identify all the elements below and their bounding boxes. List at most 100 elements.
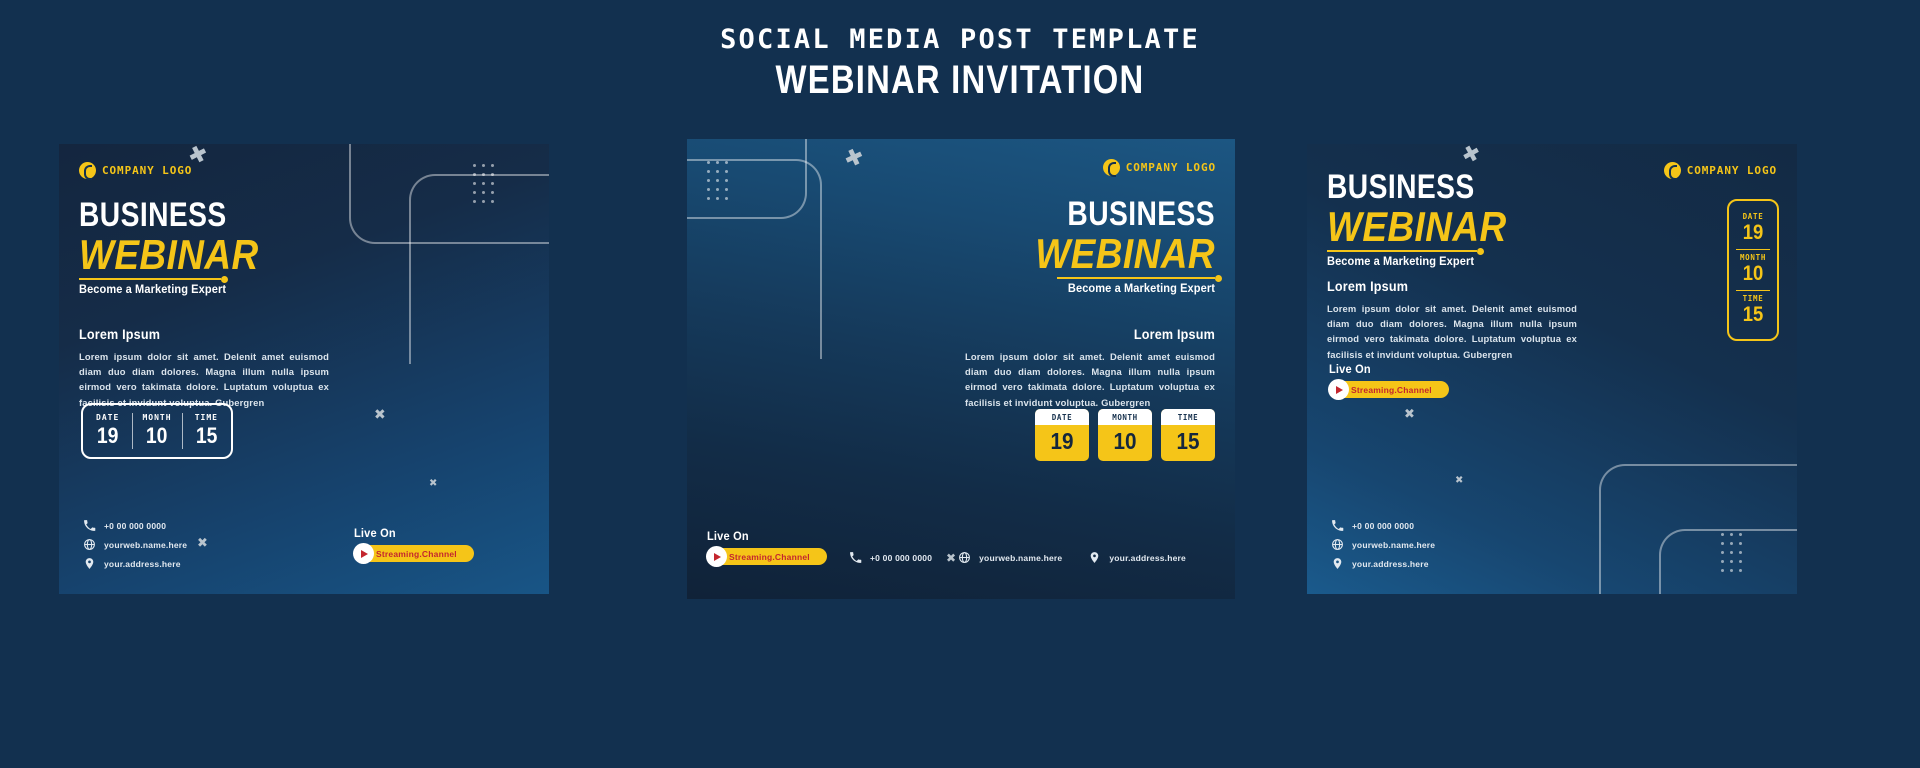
contact-phone: +0 00 000 0000 xyxy=(104,520,167,531)
schedule-segment: MONTH 10 xyxy=(1729,249,1777,290)
streaming-channel-button[interactable]: Streaming.Channel xyxy=(706,546,827,567)
schedule-value: 15 xyxy=(1176,428,1200,454)
company-logo-label: COMPANY LOGO xyxy=(1686,164,1777,177)
post-card-center[interactable]: ✖ ✖ ✖ ✖ COMPANY LOGO BUSINESS WEBINAR Be… xyxy=(687,139,1235,599)
copy-block: Lorem Ipsum Lorem ipsum dolor sit amet. … xyxy=(1327,278,1577,362)
streaming-channel-label: Streaming.Channel xyxy=(1351,384,1432,395)
company-logo[interactable]: COMPANY LOGO xyxy=(1663,162,1777,180)
contact-list: +0 00 000 0000 yourweb.name.here your.ad… xyxy=(1331,519,1435,576)
headline-rule xyxy=(1057,274,1222,282)
headline-tagline: Become a Marketing Expert xyxy=(1067,280,1215,295)
contact-address: your.address.here xyxy=(104,558,181,569)
phone-icon xyxy=(849,551,862,564)
headline-tagline: Become a Marketing Expert xyxy=(79,281,227,296)
page-title-secondary: WEBINAR INVITATION xyxy=(775,58,1145,103)
circle-logo-icon xyxy=(79,162,96,180)
contact-phone: +0 00 000 0000 xyxy=(1352,520,1415,531)
headline-block: BUSINESS WEBINAR Become a Marketing Expe… xyxy=(1327,168,1547,268)
live-on-label: Live On xyxy=(707,529,749,543)
schedule-value: 10 xyxy=(1742,262,1764,286)
company-logo[interactable]: COMPANY LOGO xyxy=(79,162,193,180)
phone-icon xyxy=(1331,519,1344,532)
schedule-label: TIME xyxy=(1742,294,1764,304)
contact-row[interactable]: your.address.here xyxy=(83,557,187,570)
copy-title: Lorem Ipsum xyxy=(1327,278,1409,294)
company-logo[interactable]: COMPANY LOGO xyxy=(1102,159,1216,177)
copy-block: Lorem Ipsum Lorem ipsum dolor sit amet. … xyxy=(79,326,329,410)
contact-address: your.address.here xyxy=(1352,558,1429,569)
schedule-segment: DATE 19 xyxy=(1729,208,1777,249)
schedule-calbox: TIME 15 xyxy=(1161,409,1215,462)
schedule-calendar: DATE 19 MONTH 10 TIME 15 xyxy=(1035,409,1215,462)
company-logo-label: COMPANY LOGO xyxy=(102,164,193,177)
headline-rule xyxy=(79,275,228,283)
contact-row[interactable]: your.address.here xyxy=(1331,557,1435,570)
headline-rule xyxy=(1327,247,1484,255)
sparkle-icon: ✖ xyxy=(197,536,208,551)
contact-list: +0 00 000 0000 yourweb.name.here your.ad… xyxy=(83,519,187,576)
headline-line-2: WEBINAR xyxy=(1035,229,1215,277)
schedule-segment: TIME 15 xyxy=(1729,290,1777,331)
contact-row[interactable]: +0 00 000 0000 xyxy=(1331,519,1435,532)
streaming-channel-label: Streaming.Channel xyxy=(376,548,457,559)
rounded-line-decor xyxy=(1659,529,1797,594)
globe-icon xyxy=(958,551,971,564)
schedule-cell: MONTH 10 xyxy=(132,405,181,457)
play-icon xyxy=(353,543,374,564)
copy-block: Lorem Ipsum Lorem ipsum dolor sit amet. … xyxy=(965,326,1215,410)
streaming-channel-label: Streaming.Channel xyxy=(729,551,810,562)
schedule-label: MONTH xyxy=(1739,253,1767,263)
contact-row[interactable]: yourweb.name.here xyxy=(1331,538,1435,551)
schedule-cell: DATE 19 xyxy=(83,405,132,457)
copy-body: Lorem ipsum dolor sit amet. Delenit amet… xyxy=(79,351,329,408)
circle-logo-icon xyxy=(1102,159,1120,177)
rounded-line-decor xyxy=(409,174,549,364)
circle-logo-icon xyxy=(1663,162,1681,180)
streaming-channel-button[interactable]: Streaming.Channel xyxy=(353,543,474,564)
sparkle-icon: ✖ xyxy=(1404,407,1415,422)
contact-row[interactable]: +0 00 000 0000 xyxy=(849,551,932,564)
sparkle-icon: ✖ xyxy=(374,407,386,423)
schedule-value: 15 xyxy=(195,423,218,448)
contact-web: yourweb.name.here xyxy=(104,539,188,550)
schedule-value: 10 xyxy=(1113,428,1137,454)
schedule-value: 19 xyxy=(1050,428,1074,454)
schedule-cell: TIME 15 xyxy=(181,405,231,457)
schedule-column: DATE 19 MONTH 10 TIME 15 xyxy=(1727,199,1779,342)
schedule-calbox: MONTH 10 xyxy=(1098,409,1152,462)
schedule-value: 19 xyxy=(96,423,119,448)
headline-line-1: BUSINESS xyxy=(1327,168,1475,206)
copy-title: Lorem Ipsum xyxy=(79,326,161,342)
contact-address: your.address.here xyxy=(1109,552,1186,563)
contact-row[interactable]: your.address.here xyxy=(1088,551,1186,564)
pin-icon xyxy=(1088,551,1101,564)
live-on-block: Live On Streaming.Channel xyxy=(353,526,474,564)
schedule-calbox: DATE 19 xyxy=(1035,409,1089,462)
schedule-bar: DATE 19 MONTH 10 TIME 15 xyxy=(81,403,233,460)
contact-list: +0 00 000 0000 yourweb.name.here your.ad… xyxy=(849,551,1186,564)
streaming-channel-button[interactable]: Streaming.Channel xyxy=(1328,379,1449,400)
copy-title: Lorem Ipsum xyxy=(1133,326,1215,342)
page-header: SOCIAL MEDIA POST TEMPLATE WEBINAR INVIT… xyxy=(0,0,1920,105)
page-title-primary: SOCIAL MEDIA POST TEMPLATE xyxy=(720,24,1200,55)
sparkle-icon: ✖ xyxy=(1455,475,1464,486)
schedule-value: 10 xyxy=(146,423,168,448)
contact-row[interactable]: yourweb.name.here xyxy=(958,551,1062,564)
play-icon xyxy=(706,546,727,567)
contact-row[interactable]: +0 00 000 0000 xyxy=(83,519,187,532)
contact-web: yourweb.name.here xyxy=(979,552,1063,563)
post-card-left[interactable]: ✖ ✖ ✖ ✖ COMPANY LOGO BUSINESS WEBINAR Be… xyxy=(59,144,549,594)
headline-line-2: WEBINAR xyxy=(1327,202,1507,250)
schedule-label: TIME xyxy=(1161,409,1215,425)
company-logo-label: COMPANY LOGO xyxy=(1125,161,1216,174)
pin-icon xyxy=(83,557,96,570)
contact-row[interactable]: yourweb.name.here xyxy=(83,538,187,551)
headline-block: BUSINESS WEBINAR Become a Marketing Expe… xyxy=(79,197,279,296)
contact-phone: +0 00 000 0000 xyxy=(870,552,933,563)
schedule-label: MONTH xyxy=(1098,409,1152,425)
schedule-label: DATE xyxy=(1742,212,1764,221)
play-icon xyxy=(1328,379,1349,400)
post-card-right[interactable]: ✖ ✖ ✖ ✖ COMPANY LOGO BUSINESS WEBINAR Be… xyxy=(1307,144,1797,594)
pin-icon xyxy=(1331,557,1344,570)
headline-line-2: WEBINAR xyxy=(79,230,259,278)
